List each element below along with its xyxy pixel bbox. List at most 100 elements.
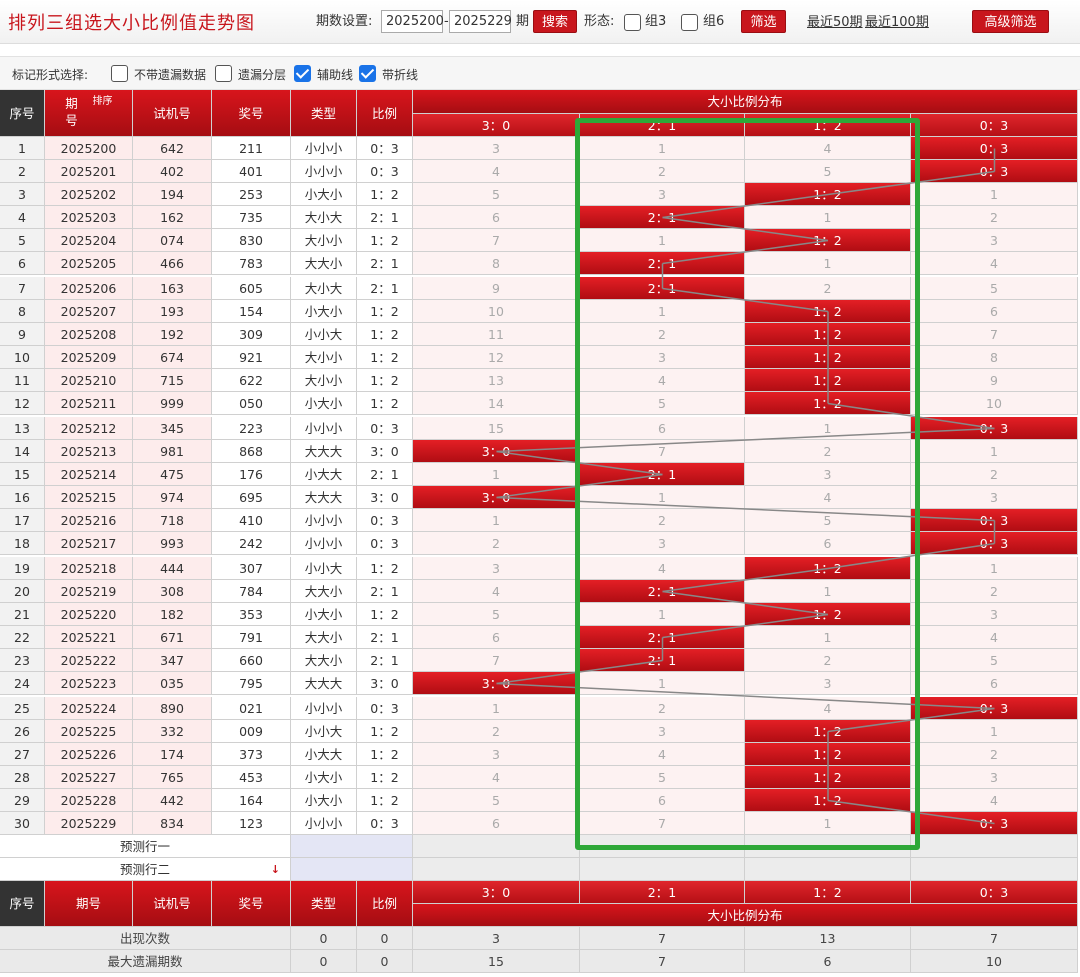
missing-count-cell: 1 [580, 603, 745, 626]
row-seq: 18 [0, 532, 45, 555]
row-ratio: 2：1 [357, 463, 413, 486]
missing-count-cell: 1 [413, 463, 580, 486]
predict-row-2-cell[interactable] [413, 858, 580, 881]
missing-count-cell: 9 [413, 277, 580, 300]
stats-value: 13 [745, 927, 911, 950]
missing-count-cell: 6 [911, 672, 1078, 695]
stats-value: 10 [911, 950, 1078, 973]
predict-row-1-cell[interactable] [580, 835, 745, 858]
hit-cell: 0：3 [911, 812, 1078, 835]
search-button[interactable]: 搜索 [533, 10, 577, 33]
missing-count-cell: 5 [745, 160, 911, 183]
row-trial: 981 [133, 440, 212, 463]
row-seq: 17 [0, 509, 45, 532]
missing-layer-checkbox[interactable] [215, 65, 232, 82]
missing-count-cell: 4 [413, 580, 580, 603]
row-seq: 1 [0, 137, 45, 160]
row-seq: 21 [0, 603, 45, 626]
hit-cell: 2：1 [580, 463, 745, 486]
guide-line-label: 辅助线 [317, 68, 354, 82]
missing-count-cell: 6 [413, 626, 580, 649]
options-label: 标记形式选择: [12, 68, 89, 82]
missing-count-cell: 4 [745, 697, 911, 720]
row-ratio: 2：1 [357, 626, 413, 649]
missing-count-cell: 5 [911, 277, 1078, 300]
predict-row-2-cell[interactable] [580, 858, 745, 881]
row-type: 大大小 [291, 252, 357, 275]
missing-count-cell: 2 [413, 720, 580, 743]
hit-cell: 3：0 [413, 440, 580, 463]
row-trial: 074 [133, 229, 212, 252]
footer-ratio-0: 3：0 [413, 881, 580, 904]
header-period[interactable]: 期号 排序 [45, 90, 133, 137]
trend-table: 序号 期号排序 试机号 奖号 类型 比例 大小比例分布 3：0 2：1 1：2 0：3 1 202520… [0, 90, 1080, 977]
row-period: 2025205 [45, 252, 133, 275]
row-ratio: 1：2 [357, 557, 413, 580]
guide-line-checkbox[interactable] [294, 65, 311, 82]
row-period: 2025200 [45, 137, 133, 160]
row-ratio: 0：3 [357, 417, 413, 440]
missing-count-cell: 8 [413, 252, 580, 275]
period-to-input[interactable]: 2025229 [449, 10, 512, 33]
row-trial: 642 [133, 137, 212, 160]
row-ratio: 0：3 [357, 532, 413, 555]
row-prize: 660 [212, 649, 291, 672]
filter-button[interactable]: 筛选 [741, 10, 786, 33]
row-prize: 253 [212, 183, 291, 206]
row-trial: 674 [133, 346, 212, 369]
row-seq: 24 [0, 672, 45, 695]
predict-row-1-cell[interactable] [413, 835, 580, 858]
options-bar: 标记形式选择: 不带遗漏数据 遗漏分层 辅助线 带折线 [0, 56, 1080, 90]
missing-count-cell: 1 [580, 229, 745, 252]
advanced-filter-button[interactable]: 高级筛选 [972, 10, 1049, 33]
missing-count-cell: 1 [911, 557, 1078, 580]
missing-count-cell: 1 [911, 720, 1078, 743]
stats-type: 0 [291, 927, 357, 950]
row-type: 小大小 [291, 392, 357, 415]
predict-row-2-cell[interactable] [745, 858, 911, 881]
row-period: 2025204 [45, 229, 133, 252]
group6-checkbox[interactable] [681, 14, 698, 31]
missing-count-cell: 1 [745, 580, 911, 603]
stats-type: 0 [291, 950, 357, 973]
row-seq: 29 [0, 789, 45, 812]
hit-cell: 1：2 [745, 183, 911, 206]
missing-count-cell: 4 [745, 137, 911, 160]
recent-50-link[interactable]: 最近50期 [807, 11, 863, 30]
predict-row-2-input[interactable] [291, 858, 413, 881]
row-ratio: 0：3 [357, 509, 413, 532]
recent-100-link[interactable]: 最近100期 [865, 11, 929, 30]
header-ratio-3: 0：3 [911, 114, 1078, 137]
row-ratio: 0：3 [357, 697, 413, 720]
row-ratio: 1：2 [357, 743, 413, 766]
no-missing-data-checkbox[interactable] [111, 65, 128, 82]
hit-cell: 0：3 [911, 417, 1078, 440]
down-arrow-icon[interactable]: ↓ [271, 858, 280, 880]
missing-count-cell: 2 [745, 440, 911, 463]
missing-count-cell: 1 [745, 626, 911, 649]
missing-count-cell: 2 [580, 697, 745, 720]
row-period: 2025220 [45, 603, 133, 626]
predict-row-1-input[interactable] [291, 835, 413, 858]
row-type: 大大大 [291, 672, 357, 695]
row-type: 小小小 [291, 417, 357, 440]
missing-count-cell: 13 [413, 369, 580, 392]
predict-row-1-cell[interactable] [911, 835, 1078, 858]
row-type: 小大小 [291, 603, 357, 626]
period-from-input[interactable]: 2025200 [381, 10, 444, 33]
predict-row-2-cell[interactable] [911, 858, 1078, 881]
row-period: 2025212 [45, 417, 133, 440]
row-seq: 30 [0, 812, 45, 835]
period-separator: - [444, 14, 449, 29]
row-prize: 795 [212, 672, 291, 695]
sort-toggle[interactable]: 排序 [93, 95, 113, 109]
stats-value: 7 [580, 950, 745, 973]
group3-checkbox[interactable] [624, 14, 641, 31]
missing-count-cell: 5 [413, 603, 580, 626]
predict-row-1-cell[interactable] [745, 835, 911, 858]
polyline-checkbox[interactable] [359, 65, 376, 82]
row-trial: 890 [133, 697, 212, 720]
row-ratio: 2：1 [357, 206, 413, 229]
row-trial: 475 [133, 463, 212, 486]
row-prize: 223 [212, 417, 291, 440]
